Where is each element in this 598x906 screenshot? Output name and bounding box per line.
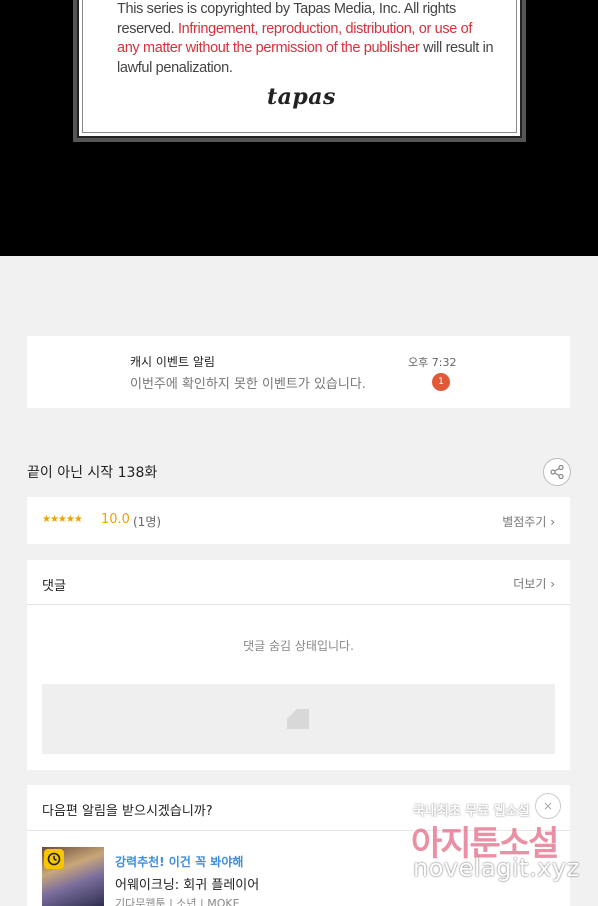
next-episode-question: 다음편 알림을 받으시겠습니까?	[42, 804, 213, 819]
copyright-line-3b: will result in	[419, 40, 494, 56]
comments-title: 댓글	[42, 579, 66, 594]
comic-panel: This series is copyrighted by Tapas Medi…	[0, 0, 598, 256]
recommend-tag: 강력추천! 이건 꼭 봐야해	[115, 855, 244, 869]
rating-score: 10.0	[101, 512, 130, 527]
comments-card: 댓글 더보기 › 댓글 숨김 상태입니다.	[27, 560, 570, 770]
rating-card: ★★★★★ 10.0 (1명) 별점주기 ›	[27, 497, 570, 544]
close-icon[interactable]: ×	[535, 793, 561, 819]
episode-title: 끝이 아닌 시작 138화	[27, 465, 158, 481]
notification-message: 이번주에 확인하지 못한 이벤트가 있습니다.	[130, 377, 366, 392]
recommend-title[interactable]: 어웨이크닝: 회귀 플레이어	[115, 874, 259, 893]
copyright-line-3: any matter without the permission of the…	[117, 39, 512, 59]
image-placeholder-icon	[287, 709, 309, 729]
copyright-box: This series is copyrighted by Tapas Medi…	[73, 0, 526, 142]
copyright-line-1: This series is copyrighted by Tapas Medi…	[117, 1, 456, 17]
copyright-text: This series is copyrighted by Tapas Medi…	[117, 0, 512, 78]
next-episode-header: 다음편 알림을 받으시겠습니까? ×	[27, 785, 570, 831]
comments-header: 댓글 더보기 ›	[27, 560, 570, 605]
tapas-logo: tapas	[267, 84, 336, 110]
copyright-line-2: reserved. Infringement, reproduction, di…	[117, 20, 512, 40]
notification-time: 오후 7:32	[408, 356, 457, 369]
copyright-warning-2b: Infringement, reproduction, distribution…	[177, 20, 473, 37]
rating-count: (1명)	[133, 515, 162, 529]
rating-stars: ★★★★★	[42, 514, 83, 525]
rate-button[interactable]: 별점주기 ›	[502, 513, 555, 530]
copyright-warning-3a: any matter without the permission of the…	[117, 40, 420, 56]
notification-badge: 1	[432, 373, 450, 391]
copyright-inner: This series is copyrighted by Tapas Medi…	[77, 0, 522, 138]
comments-more-button[interactable]: 더보기 ›	[513, 575, 555, 592]
copyright-line-2a: reserved.	[117, 20, 178, 37]
recommend-thumbnail[interactable]	[42, 847, 104, 906]
copyright-line-4: lawful penalization.	[117, 59, 233, 76]
recommend-meta: 기다무웹툰 | 소년 | MOKE	[115, 897, 240, 906]
event-notification-card[interactable]: 캐시 이벤트 알림 이번주에 확인하지 못한 이벤트가 있습니다. 오후 7:3…	[27, 336, 570, 408]
clock-icon	[44, 849, 64, 869]
share-button[interactable]	[543, 458, 571, 486]
ad-placeholder	[42, 684, 555, 754]
comments-hidden-message: 댓글 숨김 상태입니다.	[243, 639, 354, 653]
next-episode-card: 다음편 알림을 받으시겠습니까? × 강력추천! 이건 꼭 봐야해 어웨이크닝:…	[27, 785, 570, 906]
share-icon	[550, 464, 564, 480]
notification-title: 캐시 이벤트 알림	[130, 355, 215, 369]
